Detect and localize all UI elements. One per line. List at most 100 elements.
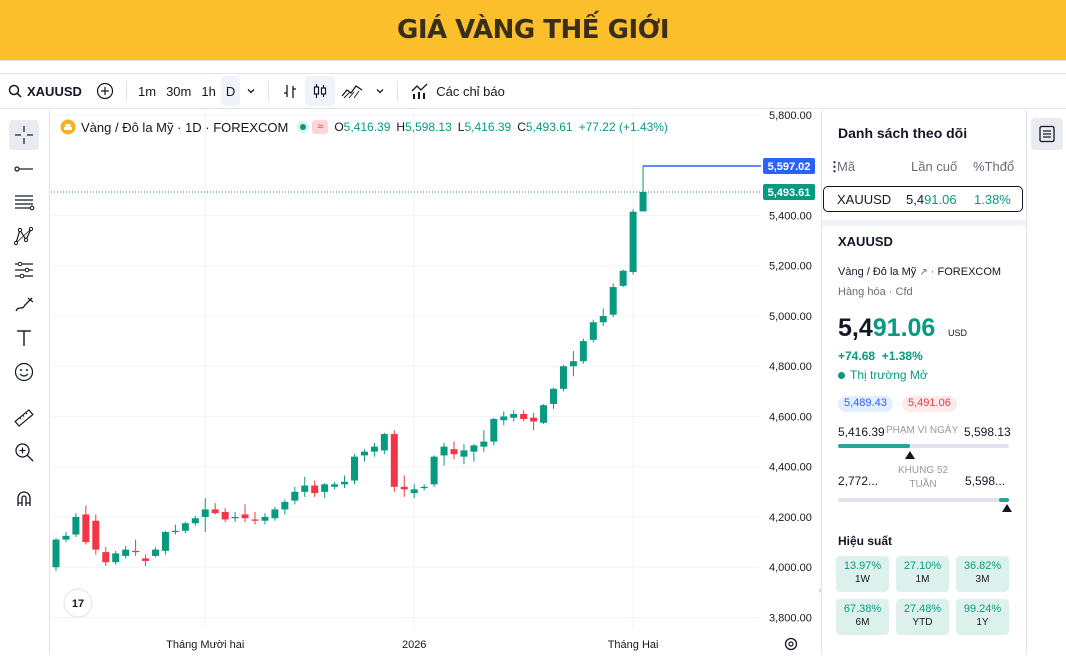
candle-body [241,514,249,519]
right-sidebar [1026,110,1066,654]
description-text[interactable]: Vàng / Đô la Mỹ [838,266,916,278]
perf-label: 1Y [976,617,989,628]
crosshair-tool[interactable] [9,120,39,150]
candle-body [321,484,329,492]
column-last[interactable]: Lần cuố [911,159,957,174]
delayed-badge[interactable]: ≈ [312,120,329,134]
candle-body [142,558,150,561]
candle-body [410,489,418,494]
price-tick-label: 4,600.00 [769,411,812,423]
day-range-bar [838,444,1009,448]
interval-1h[interactable]: 1h [196,76,220,106]
perf-1w[interactable]: 13.97% 1W [836,556,889,592]
performance-title: Hiệu suất [838,534,893,548]
row-last: 5,491.06 [906,192,957,207]
open-label: O [334,120,344,134]
toolbar-divider [397,81,399,101]
candle-body [400,486,408,490]
open-value: 5,416.39 [343,120,391,134]
perf-1m[interactable]: 27.10% 1M [896,556,949,592]
area-chart-icon [341,85,363,99]
candle-body [619,270,627,286]
candle-body [480,441,488,447]
status-dot-icon [838,372,845,379]
magnet-tool[interactable] [9,484,39,514]
perf-3m[interactable]: 36.82% 3M [956,556,1009,592]
price-tick-label: 5,000.00 [769,311,812,323]
change-absolute: +74.68 [838,349,876,363]
compare-symbol-button[interactable] [90,76,120,106]
candle-body [122,549,130,556]
watchlist-row[interactable]: XAUUSD 5,491.06 1.38% [823,186,1023,212]
interval-d[interactable]: D [220,76,241,106]
pattern-icon [13,226,34,246]
perf-1y[interactable]: 99.24% 1Y [956,599,1009,635]
price-change: +74.68 +1.38% [838,349,923,363]
week52-label-line2: TUẦN [909,479,937,490]
symbol-search-button[interactable]: XAUUSD [0,76,90,106]
pattern-tool[interactable] [9,221,39,251]
candlestick-chart[interactable]: 17 [51,110,761,630]
week52-fill [999,498,1009,502]
candle-body [490,418,498,442]
candle-body [281,501,289,510]
column-change[interactable]: %Thđổ [973,159,1014,174]
magnet-icon [17,491,31,506]
plus-circle-icon [96,82,114,100]
tradingview-logo[interactable]: 17 [63,588,93,618]
brush-tool[interactable] [9,289,39,319]
forecast-tool[interactable] [9,255,39,285]
smiley-icon [14,362,34,382]
column-symbol[interactable]: Mã [837,159,855,174]
type-cfd: Cfd [895,286,913,298]
details-symbol[interactable]: XAUUSD [838,234,893,249]
candle-body [629,211,637,273]
chart-legend: Vàng / Đô la Mỹ · 1D · FOREXCOM ≈ O5,416… [60,118,668,136]
market-status[interactable]: Thị trường Mở [838,368,928,382]
brush-icon [15,297,34,312]
zoom-in-icon [15,443,34,462]
week52-high: 5,598... [965,474,1006,488]
legend-change: +77.22 (+1.43%) [578,120,668,134]
measure-tool[interactable] [9,403,39,433]
watchlist-toggle-button[interactable] [1031,118,1063,150]
market-status-text: Thị trường Mở [850,368,928,382]
fib-tool[interactable] [9,187,39,217]
candles-style-button[interactable] [305,76,336,106]
toolbar-divider [268,81,270,101]
perf-ytd[interactable]: 27.48% YTD [896,599,949,635]
area-style-button[interactable] [335,76,369,106]
candle-body [530,417,538,422]
dot-separator: · [888,286,893,298]
interval-30m[interactable]: 30m [161,76,196,106]
svg-text:17: 17 [72,598,84,610]
candle-body [152,549,159,556]
price-tick-label: 4,000.00 [769,562,812,574]
text-tool[interactable] [9,323,39,353]
candle-body [72,516,80,535]
chart-type-dropdown-button[interactable] [369,76,391,106]
interval-dropdown-button[interactable] [240,76,262,106]
trend-line-tool[interactable] [9,154,39,184]
price-axis[interactable]: 3,800.00 4,000.00 4,200.00 4,400.00 4,600.00… [761,110,821,630]
external-link-icon[interactable]: ↗ [919,267,927,278]
candle-body [261,516,269,521]
candle-body [221,511,229,520]
row-last-minor: 91.06 [924,192,957,207]
low-value: 5,416.39 [464,120,512,134]
zoom-tool[interactable] [9,437,39,467]
perf-6m[interactable]: 67.38% 6M [836,599,889,635]
bar-style-button[interactable] [275,76,305,106]
interval-1m[interactable]: 1m [133,76,161,106]
time-tick-label: Tháng Hai [608,639,659,651]
indicators-button[interactable]: Các chỉ báo [404,76,511,106]
legend-close: C5,493.61 [517,120,572,134]
time-axis[interactable]: Tháng Mười hai 2026 Tháng Hai [51,630,761,654]
price-tick-label: 4,400.00 [769,462,812,474]
price-marker-label: 5,597.02 [768,161,811,173]
axis-settings-button[interactable] [783,636,799,652]
emoji-tool[interactable] [9,357,39,387]
high-value: 5,598.13 [405,120,452,134]
candle-body [599,315,607,323]
price-marker-label: 5,493.61 [768,187,811,199]
